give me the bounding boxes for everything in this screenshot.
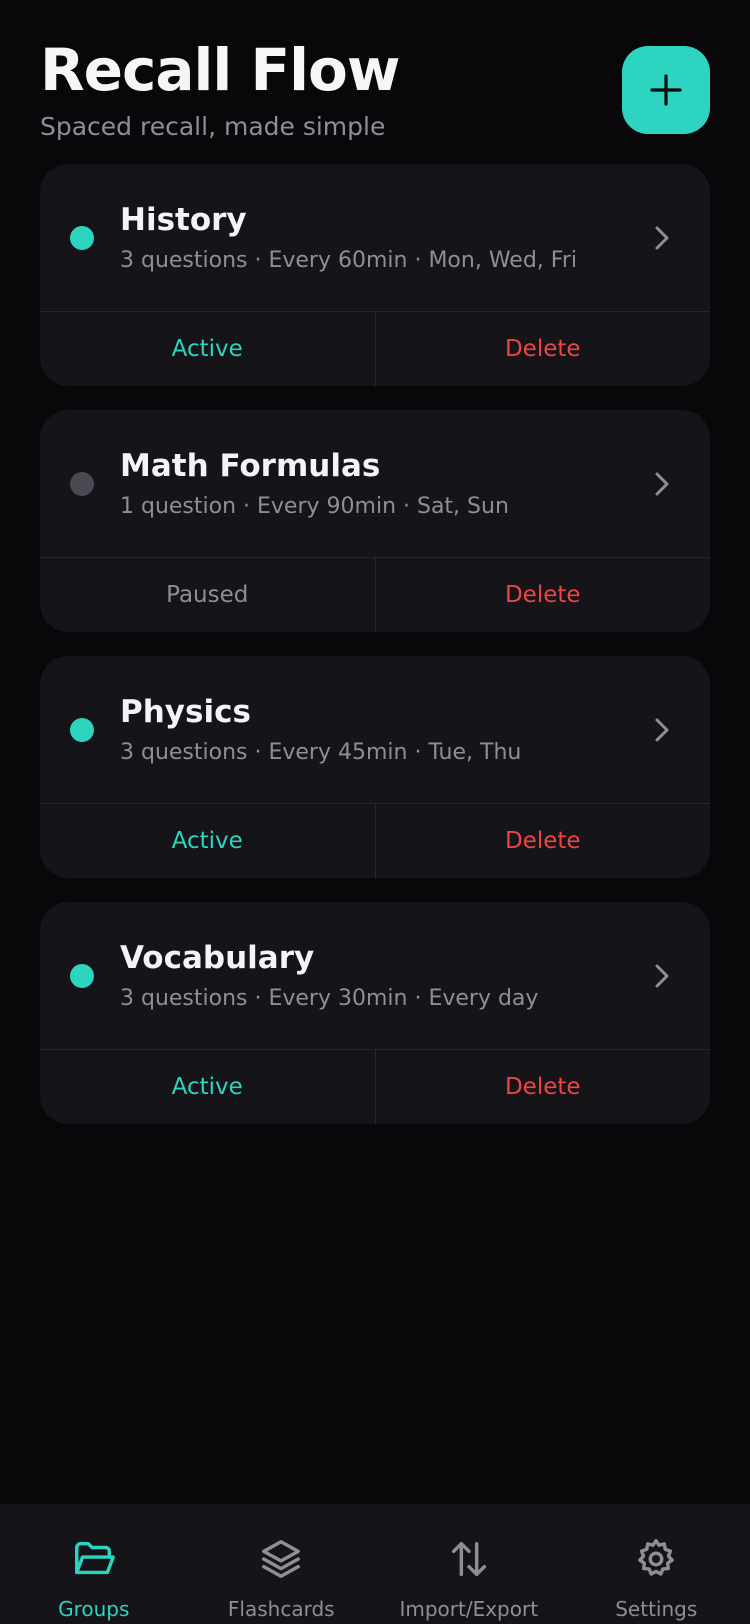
group-card-header[interactable]: Math Formulas 1 question · Every 90min ·… (40, 410, 710, 558)
gear-icon (633, 1536, 679, 1586)
delete-group-button[interactable]: Delete (376, 558, 711, 632)
tab-import-export[interactable]: Import/Export (375, 1504, 563, 1624)
tab-flashcards[interactable]: Flashcards (188, 1504, 376, 1624)
group-name: Physics (120, 694, 251, 730)
delete-group-button[interactable]: Delete (376, 1050, 711, 1124)
tab-label: Flashcards (227, 1597, 335, 1621)
group-card-actions: Active Delete (40, 1050, 710, 1124)
group-meta: 3 questions · Every 30min · Every day (120, 986, 539, 1011)
group-card: History 3 questions · Every 60min · Mon,… (40, 164, 710, 386)
tab-label: Groups (58, 1597, 130, 1621)
tab-settings[interactable]: Settings (563, 1504, 750, 1624)
toggle-status-button[interactable]: Active (40, 1050, 376, 1124)
group-card-header[interactable]: History 3 questions · Every 60min · Mon,… (40, 164, 710, 312)
plus-icon (650, 74, 682, 106)
screen: Recall Flow Spaced recall, made simple H… (0, 0, 750, 1624)
group-card-actions: Active Delete (40, 312, 710, 386)
group-list: History 3 questions · Every 60min · Mon,… (40, 164, 710, 1148)
group-meta: 3 questions · Every 60min · Mon, Wed, Fr… (120, 248, 577, 273)
group-meta: 3 questions · Every 45min · Tue, Thu (120, 740, 522, 765)
status-dot (70, 964, 94, 988)
delete-group-button[interactable]: Delete (376, 804, 711, 878)
app-subtitle: Spaced recall, made simple (40, 112, 386, 141)
group-card-actions: Active Delete (40, 804, 710, 878)
group-card: Math Formulas 1 question · Every 90min ·… (40, 410, 710, 632)
bottom-tab-bar: Groups Flashcards Import/Export Settings (0, 1504, 750, 1624)
delete-group-button[interactable]: Delete (376, 312, 711, 386)
status-dot (70, 718, 94, 742)
arrows-up-down-icon (446, 1536, 492, 1586)
app-title: Recall Flow (40, 36, 400, 104)
layers-icon (258, 1536, 304, 1586)
folder-open-icon (71, 1536, 117, 1586)
group-card: Vocabulary 3 questions · Every 30min · E… (40, 902, 710, 1124)
chevron-right-icon (655, 472, 669, 496)
group-name: Math Formulas (120, 448, 381, 484)
add-group-button[interactable] (622, 46, 710, 134)
status-dot (70, 472, 94, 496)
tab-label: Settings (615, 1597, 698, 1621)
tab-label: Import/Export (399, 1597, 539, 1621)
toggle-status-button[interactable]: Active (40, 804, 376, 878)
group-card-header[interactable]: Vocabulary 3 questions · Every 30min · E… (40, 902, 710, 1050)
tab-groups[interactable]: Groups (0, 1504, 188, 1624)
group-name: Vocabulary (120, 940, 315, 976)
group-card: Physics 3 questions · Every 45min · Tue,… (40, 656, 710, 878)
chevron-right-icon (655, 718, 669, 742)
toggle-status-button[interactable]: Active (40, 312, 376, 386)
status-dot (70, 226, 94, 250)
group-card-actions: Paused Delete (40, 558, 710, 632)
group-card-header[interactable]: Physics 3 questions · Every 45min · Tue,… (40, 656, 710, 804)
chevron-right-icon (655, 964, 669, 988)
group-meta: 1 question · Every 90min · Sat, Sun (120, 494, 509, 519)
toggle-status-button[interactable]: Paused (40, 558, 376, 632)
header: Recall Flow Spaced recall, made simple (40, 36, 710, 146)
group-name: History (120, 202, 247, 238)
chevron-right-icon (655, 226, 669, 250)
